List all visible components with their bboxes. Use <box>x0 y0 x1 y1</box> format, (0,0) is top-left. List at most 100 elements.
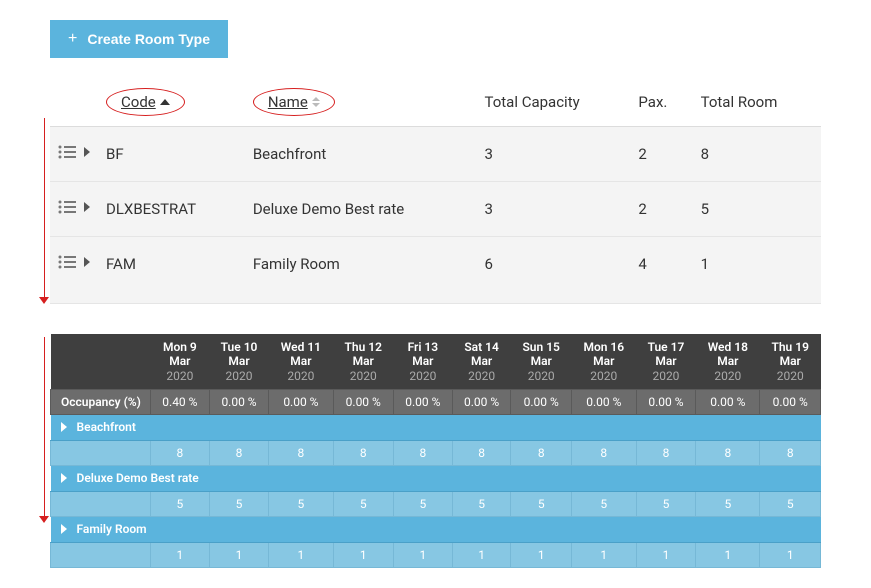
header-capacity[interactable]: Total Capacity <box>476 78 630 127</box>
occupancy-cell: 0.00 % <box>333 390 393 415</box>
date-header: Fri 13Mar2020 <box>393 334 452 390</box>
availability-cell[interactable]: 8 <box>760 441 821 466</box>
cell-name: Beachfront <box>245 127 477 182</box>
availability-cell[interactable]: 8 <box>571 441 636 466</box>
availability-cell[interactable]: 1 <box>511 543 571 568</box>
group-value-label <box>51 441 151 466</box>
availability-cell[interactable]: 8 <box>696 441 760 466</box>
availability-cell[interactable]: 8 <box>209 441 269 466</box>
occupancy-cell: 0.40 % <box>151 390 210 415</box>
expand-icon <box>61 473 67 483</box>
header-total-room[interactable]: Total Room <box>693 78 821 127</box>
availability-cell[interactable]: 5 <box>209 492 269 517</box>
cell-name: Family Room <box>245 237 477 304</box>
date-header: Thu 19Mar2020 <box>760 334 821 390</box>
create-room-type-button[interactable]: + Create Room Type <box>50 20 228 58</box>
availability-cell[interactable]: 5 <box>269 492 333 517</box>
availability-cell[interactable]: 8 <box>151 441 210 466</box>
date-header: Mon 9Mar2020 <box>151 334 210 390</box>
room-type-table: Code Name Total Capacity Pax. Total Room… <box>50 78 821 304</box>
date-header: Sat 14Mar2020 <box>452 334 511 390</box>
availability-cell[interactable]: 8 <box>452 441 511 466</box>
group-header[interactable]: Deluxe Demo Best rate <box>51 466 821 492</box>
availability-cell[interactable]: 5 <box>452 492 511 517</box>
availability-cell[interactable]: 5 <box>696 492 760 517</box>
occupancy-label: Occupancy (%) <box>51 390 151 415</box>
occupancy-cell: 0.00 % <box>511 390 571 415</box>
header-name[interactable]: Name <box>245 78 477 127</box>
availability-cell[interactable]: 1 <box>452 543 511 568</box>
occupancy-cell: 0.00 % <box>696 390 760 415</box>
cell-name: Deluxe Demo Best rate <box>245 182 477 237</box>
occupancy-cell: 0.00 % <box>636 390 696 415</box>
availability-cell[interactable]: 5 <box>151 492 210 517</box>
annotation-circle: Name <box>253 88 335 116</box>
cell-capacity: 3 <box>476 182 630 237</box>
cell-total-room: 8 <box>693 127 821 182</box>
availability-cell[interactable]: 5 <box>393 492 452 517</box>
group-value-label <box>51 492 151 517</box>
availability-cell[interactable]: 8 <box>333 441 393 466</box>
expand-icon[interactable] <box>84 257 90 267</box>
availability-cell[interactable]: 1 <box>696 543 760 568</box>
list-icon[interactable] <box>58 200 76 214</box>
cell-total-room: 1 <box>693 237 821 304</box>
group-header[interactable]: Beachfront <box>51 415 821 441</box>
table-row: BFBeachfront328 <box>50 127 821 182</box>
sort-asc-icon <box>160 99 170 105</box>
occupancy-cell: 0.00 % <box>393 390 452 415</box>
cell-capacity: 3 <box>476 127 630 182</box>
availability-cell[interactable]: 8 <box>636 441 696 466</box>
availability-calendar: Mon 9Mar2020Tue 10Mar2020Wed 11Mar2020Th… <box>50 334 821 568</box>
date-header: Sun 15Mar2020 <box>511 334 571 390</box>
date-header: Tue 10Mar2020 <box>209 334 269 390</box>
group-value-label <box>51 543 151 568</box>
occupancy-cell: 0.00 % <box>760 390 821 415</box>
availability-cell[interactable]: 5 <box>333 492 393 517</box>
table-row: FAMFamily Room641 <box>50 237 821 304</box>
annotation-arrow <box>44 337 45 517</box>
sort-icon <box>312 97 320 107</box>
availability-cell[interactable]: 5 <box>760 492 821 517</box>
header-pax[interactable]: Pax. <box>630 78 692 127</box>
occupancy-cell: 0.00 % <box>209 390 269 415</box>
availability-cell[interactable]: 1 <box>269 543 333 568</box>
availability-cell[interactable]: 1 <box>151 543 210 568</box>
availability-cell[interactable]: 5 <box>571 492 636 517</box>
availability-cell[interactable]: 8 <box>393 441 452 466</box>
annotation-arrow <box>44 118 45 298</box>
date-header: Mon 16Mar2020 <box>571 334 636 390</box>
availability-cell[interactable]: 5 <box>636 492 696 517</box>
plus-icon: + <box>68 30 77 48</box>
date-header: Wed 18Mar2020 <box>696 334 760 390</box>
cell-pax: 2 <box>630 127 692 182</box>
list-icon[interactable] <box>58 255 76 269</box>
table-row: DLXBESTRATDeluxe Demo Best rate325 <box>50 182 821 237</box>
availability-cell[interactable]: 1 <box>571 543 636 568</box>
cell-code: BF <box>98 127 245 182</box>
group-header[interactable]: Family Room <box>51 517 821 543</box>
expand-icon[interactable] <box>84 147 90 157</box>
cell-pax: 2 <box>630 182 692 237</box>
availability-cell[interactable]: 1 <box>760 543 821 568</box>
availability-cell[interactable]: 5 <box>511 492 571 517</box>
cell-code: DLXBESTRAT <box>98 182 245 237</box>
expand-icon <box>61 422 67 432</box>
expand-icon[interactable] <box>84 202 90 212</box>
date-header: Thu 12Mar2020 <box>333 334 393 390</box>
availability-cell[interactable]: 1 <box>636 543 696 568</box>
availability-cell[interactable]: 1 <box>393 543 452 568</box>
date-header: Wed 11Mar2020 <box>269 334 333 390</box>
list-icon[interactable] <box>58 145 76 159</box>
availability-cell[interactable]: 1 <box>333 543 393 568</box>
header-code[interactable]: Code <box>98 78 245 127</box>
date-header: Tue 17Mar2020 <box>636 334 696 390</box>
availability-cell[interactable]: 1 <box>209 543 269 568</box>
occupancy-cell: 0.00 % <box>452 390 511 415</box>
availability-cell[interactable]: 8 <box>269 441 333 466</box>
availability-cell[interactable]: 8 <box>511 441 571 466</box>
cell-total-room: 5 <box>693 182 821 237</box>
occupancy-cell: 0.00 % <box>571 390 636 415</box>
occupancy-cell: 0.00 % <box>269 390 333 415</box>
cell-code: FAM <box>98 237 245 304</box>
